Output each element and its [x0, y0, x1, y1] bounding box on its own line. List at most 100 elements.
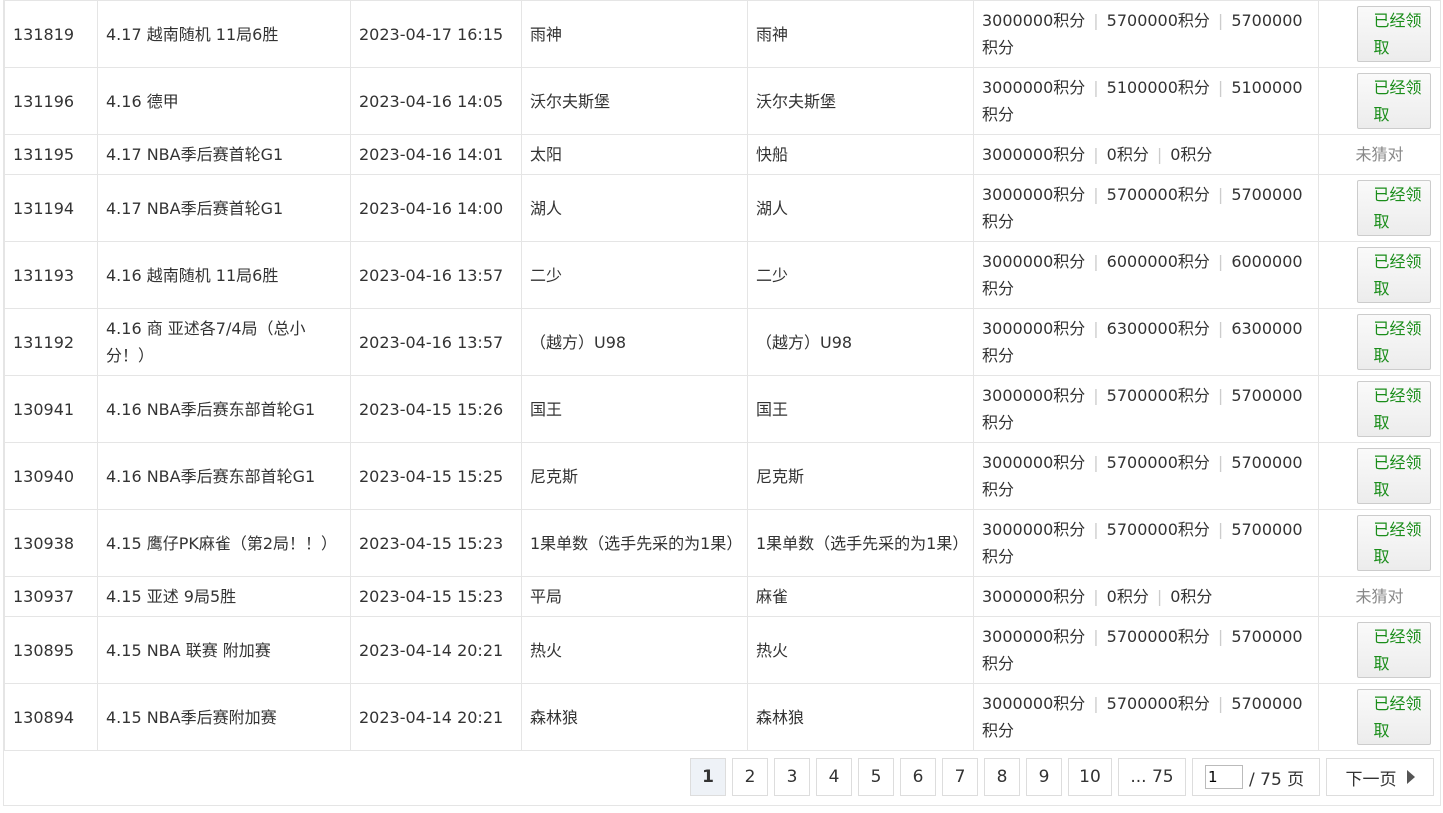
- page-link-9[interactable]: 9: [1026, 758, 1062, 796]
- pick-cell: 二少: [521, 241, 748, 309]
- match-title-cell: 4.15 鹰仔PK麻雀（第2局！！）: [97, 509, 351, 577]
- separator: |: [1093, 627, 1099, 646]
- page-link-1[interactable]: 1: [690, 758, 726, 796]
- stake-points: 3000000积分: [982, 185, 1086, 204]
- claimed-button[interactable]: 已经领取: [1356, 448, 1431, 504]
- match-title-cell: 4.16 NBA季后赛东部首轮G1: [97, 442, 351, 510]
- match-title-cell: 4.16 德甲: [97, 67, 351, 135]
- points-cell: 3000000积分 | 5700000积分 | 5700000积分: [973, 442, 1319, 510]
- next-page-label: 下一页: [1345, 769, 1397, 790]
- stake-points: 3000000积分: [982, 11, 1086, 30]
- match-title-cell: 4.15 NBA 联赛 附加赛: [97, 616, 351, 684]
- table-row: 130941 4.16 NBA季后赛东部首轮G1 2023-04-15 15:26 国…: [4, 375, 1441, 443]
- match-title-cell: 4.17 越南随机 11局6胜: [97, 0, 351, 68]
- bet-id-cell: 130940: [4, 442, 98, 510]
- stake-points: 3000000积分: [982, 453, 1086, 472]
- page-link-8[interactable]: 8: [984, 758, 1020, 796]
- bet-history-panel: 131819 4.17 越南随机 11局6胜 2023-04-17 16:15 雨神雨…: [3, 0, 1441, 806]
- points-cell: 3000000积分 | 5700000积分 | 5700000积分: [973, 375, 1319, 443]
- separator: |: [1093, 520, 1099, 539]
- table-row: 130940 4.16 NBA季后赛东部首轮G1 2023-04-15 15:25 尼…: [4, 442, 1441, 510]
- points-cell: 3000000积分 | 5100000积分 | 5100000积分: [973, 67, 1319, 135]
- bet-time-cell: 2023-04-16 14:00: [350, 174, 522, 242]
- claimed-button[interactable]: 已经领取: [1356, 73, 1431, 129]
- bet-id-cell: 130895: [4, 616, 98, 684]
- separator: |: [1093, 145, 1099, 164]
- page-link-5[interactable]: 5: [858, 758, 894, 796]
- table-row: 130895 4.15 NBA 联赛 附加赛 2023-04-14 20:21 热火热…: [4, 616, 1441, 684]
- bet-id-cell: 131192: [4, 308, 98, 376]
- status-text: 未猜对: [1355, 587, 1404, 606]
- result-cell: 1果单数（选手先采的为1果）: [747, 509, 974, 577]
- status-cell: 已经领取: [1318, 174, 1441, 242]
- page-link-10[interactable]: 10: [1068, 758, 1112, 796]
- win-points: 0积分: [1106, 587, 1149, 606]
- separator: |: [1217, 11, 1224, 30]
- claimed-button[interactable]: 已经领取: [1356, 515, 1431, 571]
- bet-time-cell: 2023-04-15 15:25: [350, 442, 522, 510]
- status-cell: 未猜对: [1318, 134, 1441, 175]
- page-link-3[interactable]: 3: [774, 758, 810, 796]
- next-page-button[interactable]: 下一页: [1326, 758, 1434, 796]
- result-cell: 麻雀: [747, 576, 974, 617]
- claimed-button[interactable]: 已经领取: [1356, 314, 1431, 370]
- bet-time-cell: 2023-04-16 13:57: [350, 308, 522, 376]
- bet-id-cell: 130894: [4, 683, 98, 751]
- table-row: 131196 4.16 德甲 2023-04-16 14:05 沃尔夫斯堡 沃尔夫斯堡 3…: [4, 67, 1441, 135]
- claimed-button[interactable]: 已经领取: [1356, 689, 1431, 745]
- points-cell: 3000000积分 | 6000000积分 | 6000000积分: [973, 241, 1319, 309]
- page-link-6[interactable]: 6: [900, 758, 936, 796]
- pick-cell: （越方）U98: [521, 308, 748, 376]
- status-cell: 已经领取: [1318, 0, 1441, 68]
- page-link-7[interactable]: 7: [942, 758, 978, 796]
- pick-cell: 尼克斯: [521, 442, 748, 510]
- separator: |: [1217, 520, 1224, 539]
- claimed-button[interactable]: 已经领取: [1356, 381, 1431, 437]
- bet-time-cell: 2023-04-15 15:23: [350, 576, 522, 617]
- status-cell: 已经领取: [1318, 375, 1441, 443]
- result-cell: 湖人: [747, 174, 974, 242]
- win-points: 5700000积分: [1106, 520, 1210, 539]
- page-link-last[interactable]: ... 75: [1118, 758, 1186, 796]
- bet-time-cell: 2023-04-14 20:21: [350, 616, 522, 684]
- claimed-button[interactable]: 已经领取: [1356, 180, 1431, 236]
- pick-cell: 森林狼: [521, 683, 748, 751]
- page-link-4[interactable]: 4: [816, 758, 852, 796]
- total-pages-label: / 75 页: [1249, 769, 1305, 790]
- win-points: 5700000积分: [1106, 627, 1210, 646]
- bet-id-cell: 131195: [4, 134, 98, 175]
- separator: |: [1156, 145, 1163, 164]
- points-cell: 3000000积分 | 5700000积分 | 5700000积分: [973, 0, 1319, 68]
- status-cell: 已经领取: [1318, 442, 1441, 510]
- points-cell: 3000000积分 | 5700000积分 | 5700000积分: [973, 174, 1319, 242]
- bet-id-cell: 131819: [4, 0, 98, 68]
- match-title-cell: 4.15 亚述 9局5胜: [97, 576, 351, 617]
- bet-id-cell: 131193: [4, 241, 98, 309]
- points-cell: 3000000积分 | 5700000积分 | 5700000积分: [973, 616, 1319, 684]
- bet-id-cell: 130937: [4, 576, 98, 617]
- claimed-button[interactable]: 已经领取: [1356, 6, 1431, 62]
- bet-id-cell: 130938: [4, 509, 98, 577]
- claimed-button[interactable]: 已经领取: [1356, 622, 1431, 678]
- bet-history-table: 131819 4.17 越南随机 11局6胜 2023-04-17 16:15 雨神雨…: [4, 0, 1441, 751]
- page-jump-input[interactable]: [1205, 765, 1243, 789]
- table-row: 130938 4.15 鹰仔PK麻雀（第2局！！） 2023-04-15 15:23…: [4, 509, 1441, 577]
- win-points: 5700000积分: [1106, 11, 1210, 30]
- win-points: 5700000积分: [1106, 694, 1210, 713]
- match-title-cell: 4.16 越南随机 11局6胜: [97, 241, 351, 309]
- bet-time-cell: 2023-04-16 13:57: [350, 241, 522, 309]
- match-title-cell: 4.15 NBA季后赛附加赛: [97, 683, 351, 751]
- points-cell: 3000000积分 | 0积分 | 0积分: [973, 576, 1319, 617]
- stake-points: 3000000积分: [982, 319, 1086, 338]
- stake-points: 3000000积分: [982, 78, 1086, 97]
- status-cell: 已经领取: [1318, 683, 1441, 751]
- claimed-button[interactable]: 已经领取: [1356, 247, 1431, 303]
- table-row: 131194 4.17 NBA季后赛首轮G1 2023-04-16 14:00 湖人湖…: [4, 174, 1441, 242]
- match-title-cell: 4.17 NBA季后赛首轮G1: [97, 134, 351, 175]
- stake-points: 3000000积分: [982, 386, 1086, 405]
- separator: |: [1093, 453, 1099, 472]
- status-cell: 已经领取: [1318, 241, 1441, 309]
- win-points: 6000000积分: [1106, 252, 1210, 271]
- status-cell: 已经领取: [1318, 509, 1441, 577]
- page-link-2[interactable]: 2: [732, 758, 768, 796]
